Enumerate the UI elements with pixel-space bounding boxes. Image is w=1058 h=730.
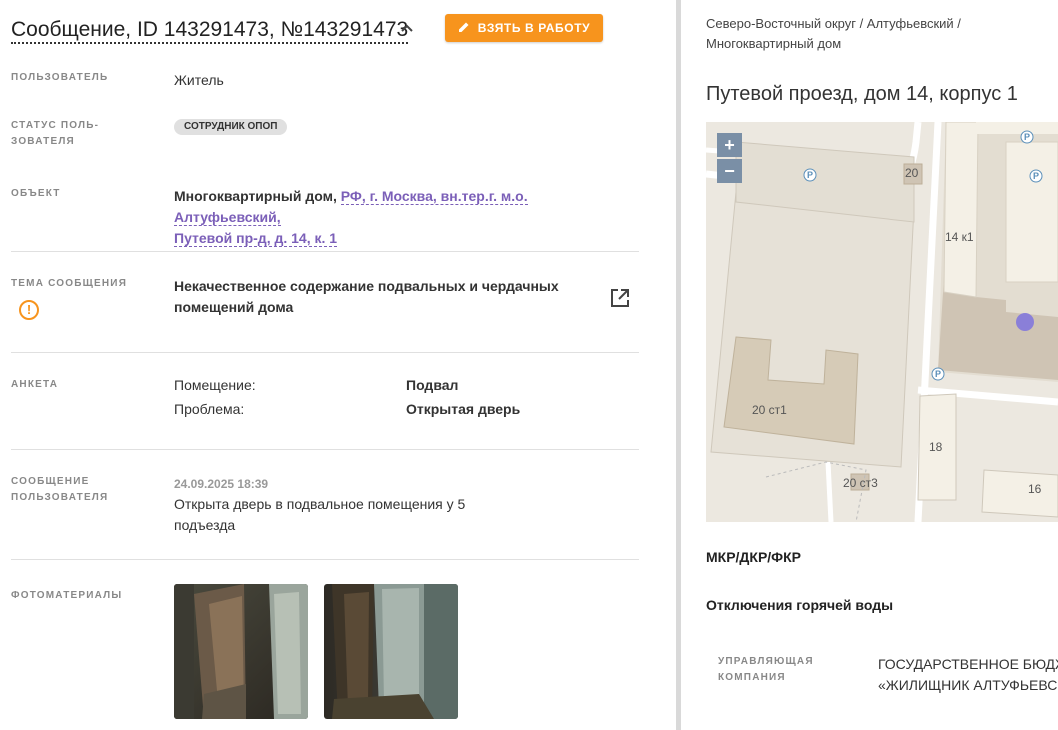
management-company-label: УПРАВЛЯЮЩАЯ КОМПАНИЯ	[718, 654, 814, 686]
breadcrumb-line-2[interactable]: Многоквартирный дом	[706, 34, 1036, 54]
location-marker[interactable]	[1016, 313, 1034, 331]
map-label-20st1: 20 ст1	[752, 403, 787, 417]
survey-row-value: Открытая дверь	[406, 401, 521, 417]
message-label-line-1: СООБЩЕНИЕ	[11, 476, 90, 487]
zoom-out-button[interactable]: −	[717, 159, 742, 183]
map-label-18: 18	[929, 440, 943, 454]
section-hot-water[interactable]: Отключения горячей воды	[706, 597, 893, 613]
pencil-icon	[458, 21, 470, 36]
map-parking-label: P	[935, 369, 941, 379]
warning-icon: !	[19, 300, 39, 320]
status-label: СТАТУС ПОЛЬ- ЗОВАТЕЛЯ	[11, 118, 99, 150]
topic-value-line-1: Некачественное содержание подвальных и ч…	[174, 278, 559, 294]
map-label-20st3: 20 ст3	[843, 476, 878, 490]
message-panel: Сообщение, ID 143291473, №143291473 ВЗЯТ…	[0, 0, 676, 730]
message-date: 24.09.2025 18:39	[174, 477, 269, 491]
divider	[11, 251, 639, 252]
management-company-value-line-1: ГОСУДАРСТВЕННОЕ БЮДЖЕ	[878, 656, 1058, 672]
topic-value-line-2: помещений дома	[174, 299, 294, 315]
photos-label: ФОТОМАТЕРИАЛЫ	[11, 590, 123, 601]
object-address: Путевой проезд, дом 14, корпус 1	[706, 83, 1018, 105]
map-parking-label: P	[1024, 132, 1030, 142]
map-label-20: 20	[905, 166, 919, 180]
map-parking-label: P	[1033, 171, 1039, 181]
object-label: ОБЪЕКТ	[11, 188, 61, 199]
divider	[11, 449, 639, 450]
message-text-line-2: подъезда	[174, 517, 236, 533]
zoom-in-button[interactable]: +	[717, 133, 742, 157]
message-label-line-2: ПОЛЬЗОВАТЕЛЯ	[11, 492, 109, 503]
management-company-label-line-2: КОМПАНИЯ	[718, 672, 786, 683]
map[interactable]: P P P P 20 14 к1 20 ст1 18 20 ст3 16 + −	[706, 122, 1058, 522]
take-to-work-label: ВЗЯТЬ В РАБОТУ	[477, 21, 591, 35]
user-label: ПОЛЬЗОВАТЕЛЬ	[11, 72, 109, 83]
message-text-line-1: Открыта дверь в подвальное помещения у 5	[174, 496, 466, 512]
object-value: Многоквартирный дом, РФ, г. Москва, вн.т…	[174, 186, 624, 249]
map-parking-label: P	[807, 170, 813, 180]
survey-row-key: Проблема:	[174, 401, 245, 417]
open-external-icon[interactable]	[610, 288, 630, 313]
map-label-14k1: 14 к1	[945, 230, 974, 244]
breadcrumb-line-1[interactable]: Северо-Восточный округ / Алтуфьевский /	[706, 14, 1036, 34]
message-label: СООБЩЕНИЕ ПОЛЬЗОВАТЕЛЯ	[11, 474, 108, 506]
management-company-label-line-1: УПРАВЛЯЮЩАЯ	[718, 656, 814, 667]
object-type: Многоквартирный дом,	[174, 188, 337, 204]
topic-value: Некачественное содержание подвальных и ч…	[174, 276, 594, 318]
divider	[11, 352, 639, 353]
photo-thumbnail[interactable]	[324, 584, 458, 719]
message-text: Открыта дверь в подвальное помещения у 5…	[174, 494, 494, 536]
take-to-work-button[interactable]: ВЗЯТЬ В РАБОТУ	[445, 14, 603, 42]
status-label-line-1: СТАТУС ПОЛЬ-	[11, 120, 100, 131]
management-company-value-line-2: «ЖИЛИЩНИК АЛТУФЬЕВСК	[878, 677, 1058, 693]
breadcrumb: Северо-Восточный округ / Алтуфьевский / …	[706, 14, 1036, 54]
management-company-value: ГОСУДАРСТВЕННОЕ БЮДЖЕ «ЖИЛИЩНИК АЛТУФЬЕВ…	[878, 654, 1058, 696]
section-repairs[interactable]: МКР/ДКР/ФКР	[706, 549, 801, 565]
survey-row-value: Подвал	[406, 377, 459, 393]
chevron-up-icon[interactable]	[401, 20, 413, 36]
object-address-link-2[interactable]: Путевой пр-д, д. 14, к. 1	[174, 230, 338, 247]
user-value: Житель	[174, 72, 224, 88]
survey-row-key: Помещение:	[174, 377, 256, 393]
status-label-line-2: ЗОВАТЕЛЯ	[11, 136, 75, 147]
object-panel: Северо-Восточный округ / Алтуфьевский / …	[681, 0, 1058, 730]
survey-label: АНКЕТА	[11, 379, 59, 390]
map-label-16: 16	[1028, 482, 1042, 496]
divider	[11, 559, 639, 560]
photo-thumbnail[interactable]	[174, 584, 308, 719]
topic-label: ТЕМА СООБЩЕНИЯ	[11, 278, 128, 289]
message-title[interactable]: Сообщение, ID 143291473, №143291473	[11, 18, 409, 44]
status-badge: СОТРУДНИК ОПОП	[174, 119, 288, 135]
